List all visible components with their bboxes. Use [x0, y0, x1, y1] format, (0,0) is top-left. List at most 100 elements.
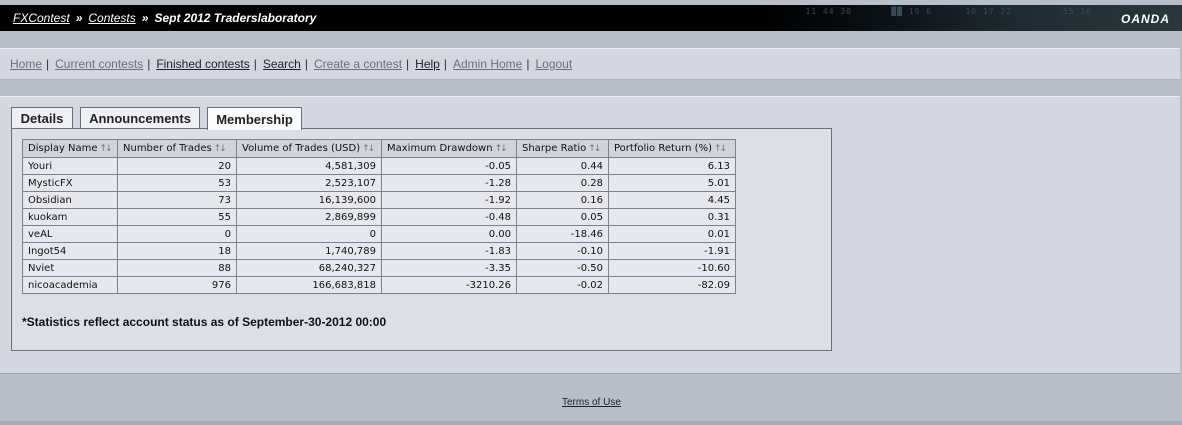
cell-display-name: Nviet	[22, 259, 118, 277]
nav-separator: |	[147, 57, 151, 71]
cell-number-of-trades: 0	[117, 225, 237, 243]
cell-display-name: Youri	[22, 157, 118, 175]
cell-volume: 2,869,899	[236, 208, 382, 226]
cell-sharpe-ratio: 0.28	[516, 174, 609, 192]
nav-search-link[interactable]: Search	[263, 57, 301, 71]
cell-volume: 166,683,818	[236, 276, 382, 294]
bottom-border	[0, 421, 1182, 425]
cell-number-of-trades: 53	[117, 174, 237, 192]
cell-sharpe-ratio: -0.50	[516, 259, 609, 277]
column-header-maximum-drawdown[interactable]: Maximum Drawdown ↑↓	[381, 139, 517, 158]
cell-display-name: kuokam	[22, 208, 118, 226]
cell-max-drawdown: -1.83	[381, 242, 517, 260]
cell-max-drawdown: -3.35	[381, 259, 517, 277]
cell-portfolio-return: 5.01	[608, 174, 736, 192]
breadcrumb-fxcontest-link[interactable]: FXContest	[13, 11, 70, 25]
table-row: MysticFX 53 2,523,107 -1.28 0.28 5.01	[22, 174, 736, 192]
cell-volume: 1,740,789	[236, 242, 382, 260]
cell-display-name: veAL	[22, 225, 118, 243]
cell-sharpe-ratio: 0.16	[516, 191, 609, 209]
nav-current-contests-link[interactable]: Current contests	[55, 57, 143, 71]
cell-sharpe-ratio: -0.10	[516, 242, 609, 260]
cell-portfolio-return: 6.13	[608, 157, 736, 175]
cell-volume: 2,523,107	[236, 174, 382, 192]
cell-max-drawdown: -1.28	[381, 174, 517, 192]
nav-separator: |	[526, 57, 530, 71]
nav-create-contest-link[interactable]: Create a contest	[314, 57, 402, 71]
sort-updown-icon[interactable]: ↑↓	[495, 144, 508, 154]
cell-sharpe-ratio: 0.44	[516, 157, 609, 175]
statistics-note: *Statistics reflect account status as of…	[22, 315, 387, 329]
cell-number-of-trades: 88	[117, 259, 237, 277]
nav-admin-home-link[interactable]: Admin Home	[453, 57, 522, 71]
header-background-graphic: 11 44 30 ██ 19 6 10 17 22 55 16	[762, 5, 1182, 31]
tab-announcements[interactable]: Announcements	[80, 107, 200, 128]
column-header-volume-of-trades[interactable]: Volume of Trades (USD) ↑↓	[236, 139, 382, 158]
breadcrumb-separator: »	[75, 11, 83, 25]
terms-of-use-link[interactable]: Terms of Use	[562, 397, 621, 408]
cell-volume: 16,139,600	[236, 191, 382, 209]
cell-volume: 68,240,327	[236, 259, 382, 277]
cell-portfolio-return: 4.45	[608, 191, 736, 209]
cell-display-name: Obsidian	[22, 191, 118, 209]
cell-number-of-trades: 18	[117, 242, 237, 260]
main-nav: Home | Current contests | Finished contests |…	[10, 57, 572, 71]
tab-details[interactable]: Details	[11, 107, 73, 128]
cell-portfolio-return: -1.91	[608, 242, 736, 260]
cell-volume: 4,581,309	[236, 157, 382, 175]
nav-separator: |	[253, 57, 257, 71]
cell-portfolio-return: -82.09	[608, 276, 736, 294]
column-header-sharpe-ratio[interactable]: Sharpe Ratio ↑↓	[516, 139, 609, 158]
breadcrumb-separator: »	[141, 11, 149, 25]
column-header-portfolio-return[interactable]: Portfolio Return (%) ↑↓	[608, 139, 736, 158]
cell-display-name: MysticFX	[22, 174, 118, 192]
nav-finished-contests-link[interactable]: Finished contests	[156, 57, 249, 71]
table-row: nicoacademia 976 166,683,818 -3210.26 -0…	[22, 276, 736, 294]
cell-number-of-trades: 976	[117, 276, 237, 294]
cell-portfolio-return: -10.60	[608, 259, 736, 277]
cell-portfolio-return: 0.01	[608, 225, 736, 243]
cell-max-drawdown: -3210.26	[381, 276, 517, 294]
sort-updown-icon[interactable]: ↑↓	[588, 144, 601, 154]
cell-number-of-trades: 73	[117, 191, 237, 209]
table-header-row: Display Name ↑↓ Number of Trades ↑↓ Volume…	[22, 139, 736, 158]
cell-number-of-trades: 55	[117, 208, 237, 226]
breadcrumb-current-page: Sept 2012 Traderslaboratory	[154, 11, 317, 25]
nav-help-link[interactable]: Help	[415, 57, 440, 71]
membership-table: Display Name ↑↓ Number of Trades ↑↓ Volume…	[22, 139, 736, 294]
cell-max-drawdown: -0.05	[381, 157, 517, 175]
cell-sharpe-ratio: 0.05	[516, 208, 609, 226]
sort-updown-icon[interactable]: ↑↓	[714, 144, 727, 154]
table-row: Youri 20 4,581,309 -0.05 0.44 6.13	[22, 157, 736, 175]
cell-display-name: Ingot54	[22, 242, 118, 260]
table-row: Obsidian 73 16,139,600 -1.92 0.16 4.45	[22, 191, 736, 209]
sort-updown-icon[interactable]: ↑↓	[214, 144, 227, 154]
tab-membership[interactable]: Membership	[207, 107, 302, 130]
table-row: Ingot54 18 1,740,789 -1.83 -0.10 -1.91	[22, 242, 736, 260]
breadcrumb-contests-link[interactable]: Contests	[88, 11, 135, 25]
table-row: veAL 0 0 0.00 -18.46 0.01	[22, 225, 736, 243]
table-row: kuokam 55 2,869,899 -0.48 0.05 0.31	[22, 208, 736, 226]
cell-volume: 0	[236, 225, 382, 243]
nav-home-link[interactable]: Home	[10, 57, 42, 71]
breadcrumb: FXContest » Contests » Sept 2012 Traderslabo…	[13, 11, 316, 25]
cell-sharpe-ratio: -18.46	[516, 225, 609, 243]
nav-logout-link[interactable]: Logout	[535, 57, 572, 71]
top-header-bar: 11 44 30 ██ 19 6 10 17 22 55 16 FXContes…	[0, 5, 1182, 31]
table-row: Nviet 88 68,240,327 -3.35 -0.50 -10.60	[22, 259, 736, 277]
nav-separator: |	[443, 57, 447, 71]
nav-separator: |	[304, 57, 308, 71]
nav-separator: |	[46, 57, 50, 71]
nav-separator: |	[406, 57, 410, 71]
oanda-logo: OANDA	[1121, 12, 1170, 26]
column-header-number-of-trades[interactable]: Number of Trades ↑↓	[117, 139, 237, 158]
cell-max-drawdown: -0.48	[381, 208, 517, 226]
sort-updown-icon[interactable]: ↑↓	[362, 144, 375, 154]
cell-display-name: nicoacademia	[22, 276, 118, 294]
column-header-display-name[interactable]: Display Name ↑↓	[22, 139, 118, 158]
cell-max-drawdown: -1.92	[381, 191, 517, 209]
sort-updown-icon[interactable]: ↑↓	[100, 144, 113, 154]
cell-number-of-trades: 20	[117, 157, 237, 175]
cell-max-drawdown: 0.00	[381, 225, 517, 243]
cell-portfolio-return: 0.31	[608, 208, 736, 226]
